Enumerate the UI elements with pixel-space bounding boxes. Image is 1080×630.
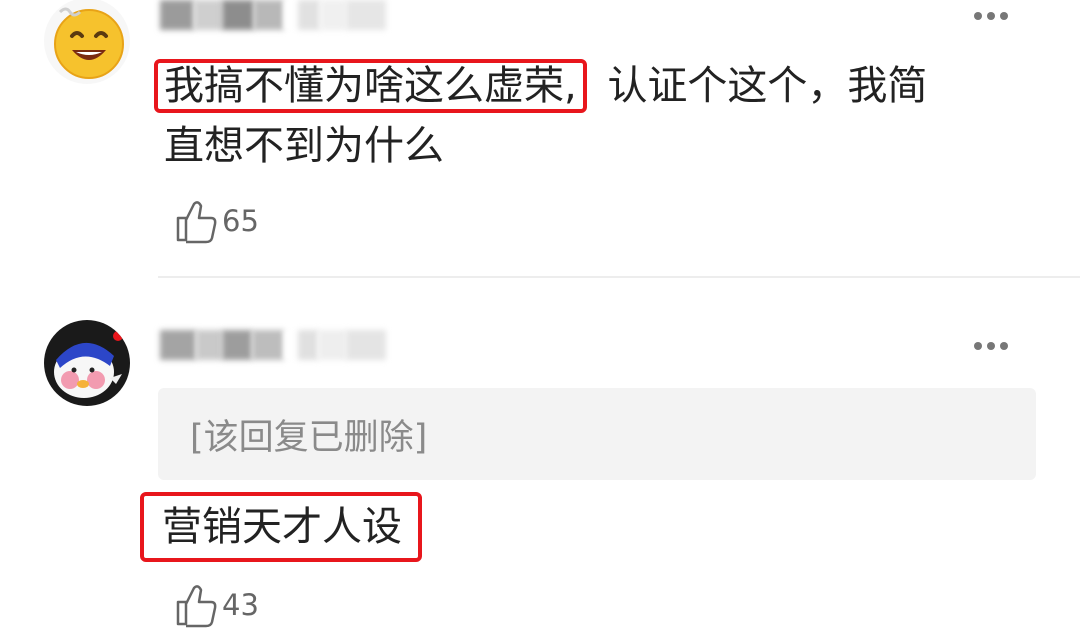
more-dot-icon [974,342,982,350]
like-button[interactable]: 43 [174,582,259,628]
thumbs-up-icon [176,585,217,628]
reply-text: 营销天才人设 [162,504,402,550]
more-options-button[interactable] [974,342,1008,350]
deleted-reply-text: [该回复已删除] [190,417,428,458]
username-blurred[interactable] [160,326,386,364]
avatar[interactable] [44,320,130,406]
thumbs-up-icon [176,201,217,244]
divider [158,276,1080,278]
username-blurred[interactable] [160,0,386,34]
like-button[interactable]: 65 [174,198,259,244]
more-dot-icon [974,12,982,20]
like-count: 43 [222,588,259,622]
deleted-reply-quote: [该回复已删除] [158,388,1036,480]
comment-1: 我搞不懂为啥这么虚荣, 认证个这个，我简 直想不到为什么 65 [0,0,1080,278]
more-dot-icon [1000,342,1008,350]
grinning-emoji-avatar-icon [44,0,130,84]
more-options-button[interactable] [974,12,1008,20]
comment-text-rest: 认证个这个，我简 [607,63,928,109]
comment-2: [该回复已删除] 营销天才人设 43 [0,300,1080,630]
highlighted-text: 我搞不懂为啥这么虚荣, [154,59,587,113]
comment-text: 我搞不懂为啥这么虚荣, 认证个这个，我简 直想不到为什么 [154,56,1044,176]
highlighted-reply-text: 营销天才人设 [140,492,422,562]
avatar[interactable] [44,0,130,84]
more-dot-icon [1000,12,1008,20]
comment-text-line2: 直想不到为什么 [164,123,444,169]
more-dot-icon [987,342,995,350]
more-dot-icon [987,12,995,20]
pink-cartoon-character-avatar-icon [44,320,130,406]
like-count: 65 [222,204,259,238]
